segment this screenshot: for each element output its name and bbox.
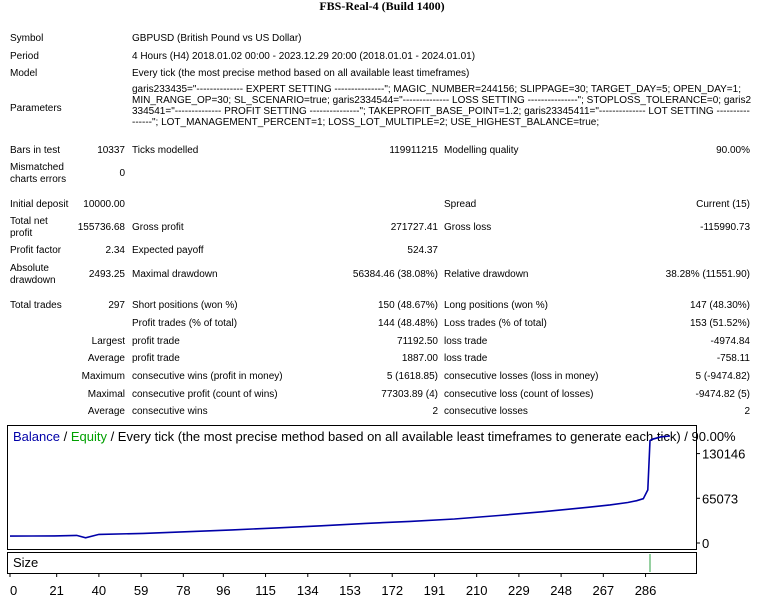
maximal-profit-value: 77303.89 (4) — [381, 389, 438, 400]
report-table: Symbol GBPUSD (British Pound vs US Dolla… — [0, 0, 764, 425]
model-label: Model — [10, 68, 38, 79]
profit-factor-label: Profit factor — [10, 245, 62, 256]
size-panel-frame — [7, 552, 697, 574]
quality-label: Modelling quality — [444, 145, 519, 156]
maximal-profit-label: consecutive profit (count of wins) — [132, 389, 278, 400]
largest-profit-label: profit trade — [132, 336, 180, 347]
spread-label: Spread — [444, 199, 477, 210]
largest-profit-value: 71192.50 — [397, 336, 438, 347]
long-positions-value: 147 (48.30%) — [689, 300, 750, 311]
symbol-label: Symbol — [10, 33, 44, 44]
x-axis: 0 21 40 59 78 96 115 134 153 172 191 210 229 248 267 28… — [9, 573, 657, 598]
x-tick-label: 134 — [297, 583, 319, 598]
x-tick-label: 115 — [255, 583, 276, 598]
x-tick-label: 96 — [216, 583, 230, 598]
legend-balance: Balance — [13, 429, 60, 444]
quality-value: 90.00% — [716, 145, 750, 156]
balance-chart: Balance / Equity / Every tick (the most … — [7, 425, 757, 598]
total-trades-label: Total trades — [10, 300, 62, 311]
avg-consecutive-losses-value: 2 — [744, 406, 750, 417]
parameters-value: garis233435="-------------- EXPERT SETTI… — [132, 84, 752, 128]
largest-loss-label: loss trade — [444, 336, 488, 347]
long-positions-label: Long positions (won %) — [444, 300, 548, 311]
average-profit-label: profit trade — [132, 353, 180, 364]
x-tick-label: 191 — [424, 583, 446, 598]
average-loss-value: -758.11 — [716, 353, 750, 364]
total-trades-value: 297 — [108, 300, 125, 311]
maximum-loss-label: consecutive losses (loss in money) — [444, 371, 599, 382]
avg-consecutive-wins-label: consecutive wins — [132, 406, 208, 417]
rel-drawdown-label: Relative drawdown — [444, 269, 529, 280]
deposit-value: 10000.00 — [83, 199, 125, 210]
x-tick-label: 229 — [508, 583, 530, 598]
maximum-profit-value: 5 (1618.85) — [386, 371, 438, 382]
bars-label: Bars in test — [10, 145, 61, 156]
maximal-loss-value: -9474.82 (5) — [695, 389, 750, 400]
short-positions-value: 150 (48.67%) — [377, 300, 438, 311]
model-value: Every tick (the most precise method base… — [132, 68, 470, 79]
x-tick-label: 267 — [592, 583, 614, 598]
x-tick-label: 40 — [92, 583, 106, 598]
x-tick-label: 78 — [176, 583, 190, 598]
period-label: Period — [10, 51, 39, 62]
expected-payoff-value: 524.37 — [407, 245, 438, 256]
x-tick-label: 286 — [635, 583, 657, 598]
x-tick-label: 248 — [550, 583, 572, 598]
mismatched-value: 0 — [119, 168, 125, 179]
maximal-label: Maximal — [87, 389, 125, 400]
ticks-value: 119911215 — [389, 145, 438, 156]
main-plot-frame — [7, 425, 697, 550]
bars-value: 10337 — [97, 145, 125, 156]
largest-loss-value: -4974.84 — [710, 336, 750, 347]
largest-label: Largest — [91, 336, 125, 347]
legend-separator: / — [60, 429, 71, 444]
profit-trades-value: 144 (48.48%) — [377, 318, 438, 329]
x-tick-label: 21 — [49, 583, 63, 598]
profit-trades-label: Profit trades (% of total) — [132, 318, 238, 329]
x-tick-label: 59 — [134, 583, 148, 598]
size-panel-label: Size — [13, 555, 38, 570]
loss-trades-label: Loss trades (% of total) — [444, 318, 547, 329]
abs-drawdown-value: 2493.25 — [88, 269, 125, 280]
y-tick-label: 130146 — [702, 447, 745, 462]
avg-consecutive-losses-label: consecutive losses — [444, 406, 528, 417]
symbol-value: GBPUSD (British Pound vs US Dollar) — [132, 33, 302, 44]
maximum-profit-label: consecutive wins (profit in money) — [132, 371, 283, 382]
rel-drawdown-value: 38.28% (11551.90) — [665, 269, 750, 280]
short-positions-label: Short positions (won %) — [132, 300, 238, 311]
maximal-loss-label: consecutive loss (count of losses) — [444, 389, 594, 400]
legend-equity: Equity — [71, 429, 108, 444]
average-loss-label: loss trade — [444, 353, 488, 364]
average-profit-value: 1887.00 — [401, 353, 438, 364]
chart-svg: Balance / Equity / Every tick (the most … — [7, 425, 745, 598]
x-tick-label: 153 — [339, 583, 361, 598]
gross-loss-label: Gross loss — [444, 222, 492, 233]
average-label: Average — [87, 353, 125, 364]
net-profit-value: 155736.68 — [77, 222, 125, 233]
max-drawdown-label: Maximal drawdown — [132, 269, 218, 280]
maximum-loss-value: 5 (-9474.82) — [695, 371, 750, 382]
spread-value: Current (15) — [696, 199, 750, 210]
x-tick-label: 210 — [466, 583, 488, 598]
max-drawdown-value: 56384.46 (38.08%) — [352, 269, 438, 280]
chart-legend: Balance / Equity / Every tick (the most … — [13, 429, 736, 444]
avg-consecutive-label: Average — [87, 406, 125, 417]
ticks-label: Ticks modelled — [132, 145, 199, 156]
loss-trades-value: 153 (51.52%) — [689, 318, 750, 329]
x-tick-label: 0 — [10, 583, 17, 598]
y-axis: 130146 65073 0 — [696, 447, 745, 551]
gross-profit-value: 271727.41 — [390, 222, 438, 233]
gross-loss-value: -115990.73 — [700, 222, 750, 233]
x-tick-label: 172 — [381, 583, 403, 598]
expected-payoff-label: Expected payoff — [132, 245, 204, 256]
y-tick-label: 65073 — [702, 491, 738, 506]
parameters-label: Parameters — [10, 103, 62, 114]
profit-factor-value: 2.34 — [105, 245, 125, 256]
y-tick-label: 0 — [702, 536, 709, 551]
legend-description: / Every tick (the most precise method ba… — [107, 429, 736, 444]
maximum-label: Maximum — [81, 371, 125, 382]
period-value: 4 Hours (H4) 2018.01.02 00:00 - 2023.12.… — [132, 51, 476, 62]
gross-profit-label: Gross profit — [132, 222, 184, 233]
avg-consecutive-wins-value: 2 — [432, 406, 438, 417]
